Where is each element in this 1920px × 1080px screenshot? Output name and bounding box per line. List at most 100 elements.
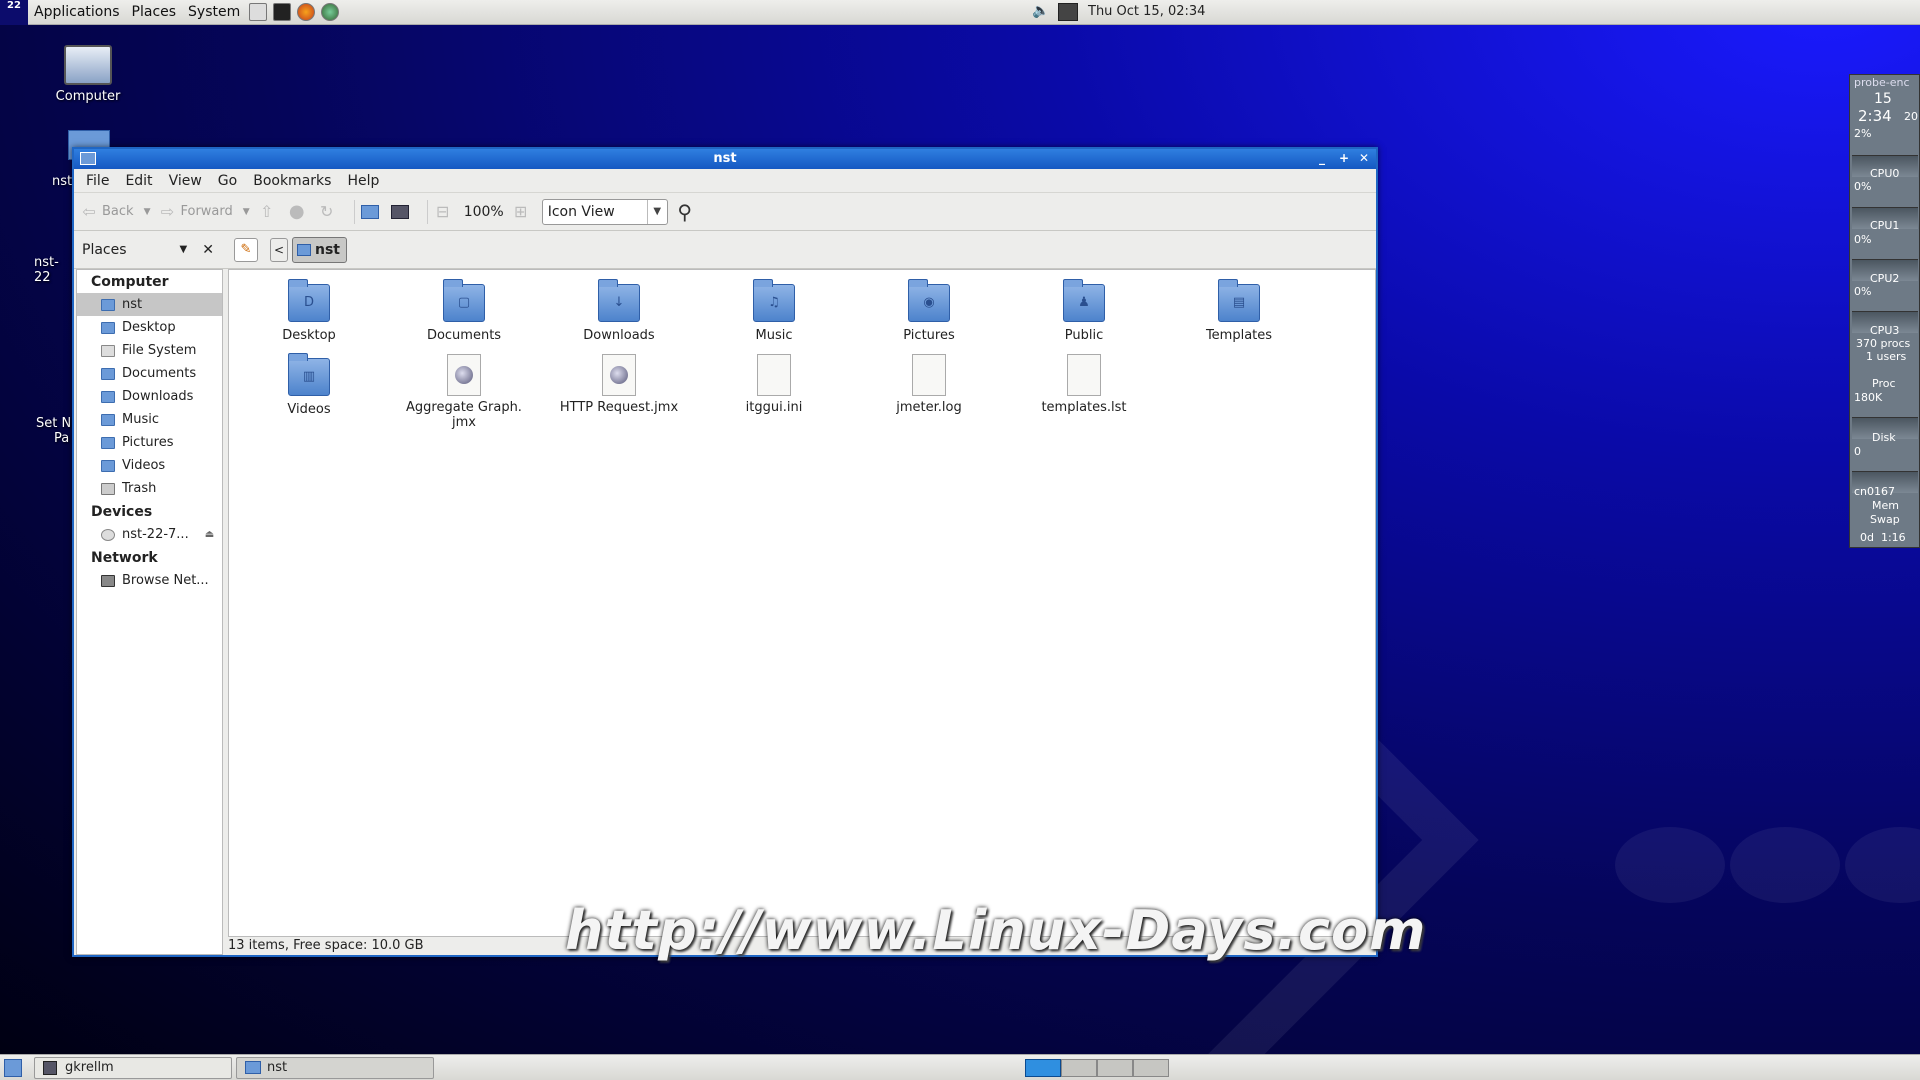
gkrellm-seconds: 20: [1904, 110, 1918, 123]
workspace-3[interactable]: [1097, 1059, 1133, 1077]
workspace-4[interactable]: [1133, 1059, 1169, 1077]
desktop-icon-label: nst: [52, 174, 73, 189]
back-history-chevron-icon[interactable]: ▼: [144, 207, 151, 217]
back-label: Back: [102, 204, 134, 219]
zoom-out-button[interactable]: ⊟: [434, 202, 456, 221]
menu-bookmarks[interactable]: Bookmarks: [245, 173, 339, 189]
forward-history-chevron-icon[interactable]: ▼: [243, 207, 250, 217]
menu-file[interactable]: File: [78, 173, 117, 189]
text-document-icon: [1067, 354, 1101, 396]
network-status-icon[interactable]: [1058, 3, 1078, 21]
file-item-label: itggui.ini: [745, 400, 803, 415]
reload-button[interactable]: ↻: [318, 201, 340, 221]
sidebar-item-label: nst-22-7...: [122, 527, 189, 542]
sidebar-item-file-system[interactable]: File System: [77, 339, 222, 362]
sidebar-selector[interactable]: Places ▼ ✕: [74, 242, 222, 258]
file-item-pictures-folder[interactable]: ◉ Pictures: [854, 279, 1004, 343]
stop-button[interactable]: ●: [288, 200, 310, 222]
maximize-icon[interactable]: +: [1336, 151, 1352, 166]
file-item-templates-lst[interactable]: templates.lst: [1009, 354, 1159, 415]
computer-button[interactable]: [390, 204, 413, 219]
firefox-launcher-icon[interactable]: [297, 3, 316, 21]
file-item-templates-folder[interactable]: ▤ Templates: [1164, 279, 1314, 343]
search-icon: ⚲: [677, 199, 693, 224]
home-button[interactable]: [360, 204, 383, 219]
view-mode-select[interactable]: Icon View ▼: [541, 198, 668, 225]
drive-icon: [101, 344, 115, 357]
gkrellm-monitor[interactable]: probe-enc 15 2:34 20 2% CPU0 0% CPU1 0% …: [1849, 74, 1920, 548]
menu-view[interactable]: View: [161, 173, 210, 189]
path-back-button[interactable]: <: [270, 237, 288, 262]
file-item-aggregate-graph[interactable]: Aggregate Graph. jmx: [389, 354, 539, 430]
file-item-public-folder[interactable]: ♟ Public: [1009, 279, 1159, 343]
menu-edit[interactable]: Edit: [117, 173, 160, 189]
gkrellm-cpu3: CPU3: [1870, 324, 1900, 337]
file-item-videos-folder[interactable]: ▥ Videos: [234, 353, 384, 417]
documents-folder-icon: [101, 367, 115, 380]
file-item-itggui-ini[interactable]: itggui.ini: [699, 354, 849, 415]
toggle-location-entry-button[interactable]: ✎: [234, 237, 258, 262]
view-mode-value: Icon View: [547, 203, 615, 220]
desktop-icon-computer[interactable]: Computer: [38, 45, 138, 104]
sidebar-item-music[interactable]: Music: [77, 408, 222, 431]
reload-icon: ↻: [319, 201, 334, 221]
minimize-icon[interactable]: _: [1314, 151, 1330, 166]
zoom-in-button[interactable]: ⊞: [512, 202, 534, 221]
menu-help[interactable]: Help: [339, 173, 387, 189]
file-item-desktop-folder[interactable]: D Desktop: [234, 279, 384, 343]
workspace-2[interactable]: [1061, 1059, 1097, 1077]
trash-icon: [101, 482, 115, 495]
sidebar-item-browse-network[interactable]: Browse Net...: [77, 569, 222, 592]
file-item-jmeter-log[interactable]: jmeter.log: [854, 354, 1004, 415]
show-desktop-icon[interactable]: [4, 1059, 22, 1077]
close-icon[interactable]: ✕: [1356, 151, 1372, 166]
menu-go[interactable]: Go: [210, 173, 245, 189]
up-button[interactable]: ⇧: [258, 202, 280, 221]
window-app-icon[interactable]: [80, 152, 96, 165]
network-tool-launcher-icon[interactable]: [321, 3, 340, 21]
text-editor-launcher-icon[interactable]: [249, 3, 268, 21]
sidebar-item-label: Documents: [122, 366, 197, 381]
sidebar-item-nst[interactable]: nst: [77, 293, 222, 316]
file-icon-view[interactable]: D Desktop ▢ Documents ↓ Downloads ♫ Music ◉ P…: [228, 269, 1376, 937]
sidebar-item-downloads[interactable]: Downloads: [77, 385, 222, 408]
volume-icon[interactable]: 🔈: [1032, 3, 1050, 21]
path-segment-current[interactable]: nst: [292, 236, 347, 263]
path-segment-label: nst: [315, 241, 340, 258]
distro-badge[interactable]: 22: [0, 0, 28, 25]
file-item-http-request[interactable]: HTTP Request.jmx: [544, 354, 694, 415]
sidebar-item-pictures[interactable]: Pictures: [77, 431, 222, 454]
file-item-label: Pictures: [903, 328, 955, 343]
sidebar-item-desktop[interactable]: Desktop: [77, 316, 222, 339]
sidebar-item-trash[interactable]: Trash: [77, 477, 222, 500]
system-menu[interactable]: System: [182, 4, 246, 20]
sidebar-item-optical-disc[interactable]: nst-22-7... ⏏: [77, 523, 222, 546]
sidebar-item-label: Downloads: [122, 389, 194, 404]
sidebar-item-documents[interactable]: Documents: [77, 362, 222, 385]
optical-disc-icon: [101, 528, 115, 541]
close-sidebar-icon[interactable]: ✕: [202, 242, 214, 258]
search-button[interactable]: ⚲: [676, 199, 698, 224]
forward-button[interactable]: ⇨ Forward ▼: [158, 202, 250, 221]
file-item-documents-folder[interactable]: ▢ Documents: [389, 279, 539, 343]
taskbar-item-nst[interactable]: nst: [236, 1057, 434, 1079]
workspace-1[interactable]: [1025, 1059, 1061, 1077]
applications-menu[interactable]: Applications: [28, 4, 126, 20]
window-titlebar[interactable]: nst _ + ✕: [74, 149, 1376, 169]
sidebar-item-videos[interactable]: Videos: [77, 454, 222, 477]
panel-clock[interactable]: Thu Oct 15, 02:34: [1088, 4, 1205, 19]
file-item-music-folder[interactable]: ♫ Music: [699, 279, 849, 343]
terminal-launcher-icon[interactable]: [273, 3, 292, 21]
taskbar-item-gkrellm[interactable]: gkrellm: [34, 1057, 232, 1079]
file-item-downloads-folder[interactable]: ↓ Downloads: [544, 279, 694, 343]
places-menu[interactable]: Places: [126, 4, 183, 20]
back-button[interactable]: ⇦ Back ▼: [80, 202, 151, 221]
pictures-folder-icon: [101, 436, 115, 449]
eject-icon[interactable]: ⏏: [205, 529, 214, 540]
file-item-label: Public: [1064, 328, 1104, 343]
text-document-icon: [912, 354, 946, 396]
downloads-folder-icon: [101, 390, 115, 403]
music-folder-icon: [101, 413, 115, 426]
stop-icon: ●: [288, 200, 305, 222]
desktop-icon-label: Set N: [36, 416, 72, 431]
